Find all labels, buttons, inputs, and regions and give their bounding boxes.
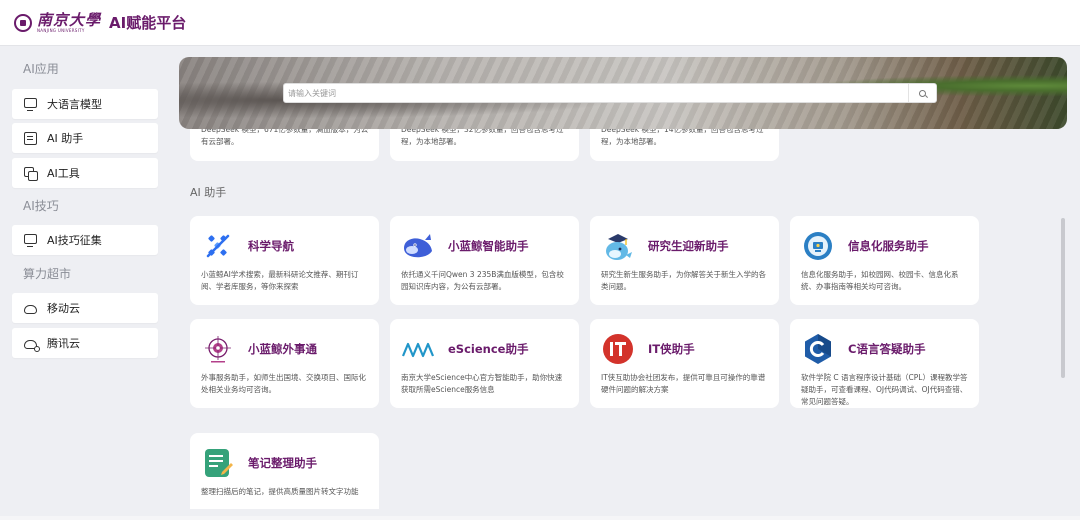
- card-title: 小蓝鲸智能助手: [448, 239, 529, 253]
- foreign-affairs-icon: [205, 336, 231, 363]
- graduate-whale-icon: [606, 234, 632, 260]
- sidebar-item-label: AI工具: [47, 167, 80, 180]
- sidebar-item-ai-tips-collection[interactable]: AI技巧征集: [12, 225, 158, 255]
- assistant-card-it-hero[interactable]: IT侠助手 IT侠互助协会社团发布，提供可靠且可操作的靠谱硬件问题的解决方案: [590, 319, 779, 408]
- university-seal-icon: [14, 13, 32, 32]
- assistant-card-notes[interactable]: 笔记整理助手 整理扫描后的笔记，提供高质量图片转文字功能: [190, 433, 379, 509]
- monitor-icon: [24, 98, 37, 111]
- model-card-partial[interactable]: DeepSeek 模型，32亿参数量，回答包含思考过程，为本地部署。: [390, 129, 579, 161]
- escience-icon: [401, 342, 435, 358]
- card-description: 整理扫描后的笔记，提供高质量图片转文字功能: [201, 487, 359, 496]
- sidebar-item-label: AI 助手: [47, 132, 84, 145]
- it-hero-icon: [603, 334, 633, 364]
- whale-icon: [404, 234, 432, 258]
- card-title: C语言答疑助手: [848, 342, 926, 356]
- search-input[interactable]: [288, 85, 908, 101]
- card-title: eScience助手: [448, 342, 529, 356]
- sidebar-item-label: AI技巧征集: [47, 234, 102, 247]
- science-nav-icon: [206, 234, 230, 258]
- assistant-card-info-service[interactable]: 信息化服务助手 信息化服务助手，如校园网、校园卡、信息化系统、办事指南等相关均可…: [790, 216, 979, 305]
- search-button[interactable]: [908, 84, 936, 102]
- sidebar-item-ai-assistant[interactable]: AI 助手: [12, 123, 158, 153]
- main-content: DeepSeek 模型，671亿参数量，满血版本，为公有云部署。 DeepSee…: [179, 129, 1059, 509]
- card-description: 外事服务助手，如师生出国境、交换项目、国际化处相关业务均可咨询。: [201, 373, 366, 394]
- sidebar-section-ai-apps: AI应用: [23, 62, 59, 76]
- cloud-icon: [24, 304, 37, 314]
- cloud-link-icon: [24, 339, 40, 352]
- notes-icon: [205, 449, 233, 477]
- model-card-partial[interactable]: DeepSeek 模型，14亿参数量，回答包含思考过程，为本地部署。: [590, 129, 779, 161]
- info-service-icon: [804, 232, 832, 260]
- card-description: IT侠互助协会社团发布，提供可靠且可操作的靠谱硬件问题的解决方案: [601, 373, 766, 394]
- sidebar-item-label: 移动云: [47, 302, 80, 315]
- top-bar: 南京大學 NANJING UNIVERSITY AI赋能平台: [0, 0, 1080, 46]
- card-title: IT侠助手: [648, 342, 695, 356]
- card-description: 研究生新生服务助手，为你解答关于新生入学的各类问题。: [601, 270, 766, 291]
- logo-chinese: 南京大學: [37, 10, 102, 29]
- bottom-edge: [0, 516, 1080, 520]
- assistant-card-foreign-affairs[interactable]: 小蓝鲸外事通 外事服务助手，如师生出国境、交换项目、国际化处相关业务均可咨询。: [190, 319, 379, 408]
- card-title: 信息化服务助手: [848, 239, 929, 253]
- assistant-card-whale[interactable]: 小蓝鲸智能助手 依托通义千问Qwen 3 235B满血版模型，包含校园知识库内容…: [390, 216, 579, 305]
- card-description: 信息化服务助手，如校园网、校园卡、信息化系统、办事指南等相关均可咨询。: [801, 270, 959, 291]
- sidebar-section-compute-market: 算力超市: [23, 267, 72, 281]
- card-title: 笔记整理助手: [248, 456, 317, 470]
- search-icon: [919, 89, 926, 97]
- hero-banner: [179, 57, 1067, 129]
- card-title: 科学导航: [248, 239, 294, 253]
- card-description: 小蓝鲸AI学术搜索，最新科研论文推荐、期刊订阅、学者库服务，等你来探索: [201, 270, 359, 291]
- model-card-partial[interactable]: DeepSeek 模型，671亿参数量，满血版本，为公有云部署。: [190, 129, 379, 161]
- card-description: DeepSeek 模型，14亿参数量，回答包含思考过程，为本地部署。: [601, 129, 764, 146]
- sidebar-item-ai-tools[interactable]: AI工具: [12, 158, 158, 188]
- logo-english: NANJING UNIVERSITY: [37, 27, 85, 33]
- assistant-card-science-nav[interactable]: 科学导航 小蓝鲸AI学术搜索，最新科研论文推荐、期刊订阅、学者库服务，等你来探索: [190, 216, 379, 305]
- card-description: 南京大学eScience中心官方智能助手，助你快速获取所需eScience服务信…: [401, 373, 563, 394]
- tools-icon: [24, 166, 38, 181]
- sidebar-section-ai-tips: AI技巧: [23, 199, 59, 213]
- assistant-card-escience[interactable]: eScience助手 南京大学eScience中心官方智能助手，助你快速获取所需…: [390, 319, 579, 408]
- chat-icon: [24, 131, 37, 145]
- sidebar: AI应用 大语言模型 AI 助手 AI工具 AI技巧 AI技巧征集 算力超市 移…: [0, 47, 170, 520]
- card-description: DeepSeek 模型，32亿参数量，回答包含思考过程，为本地部署。: [401, 129, 564, 146]
- university-logo[interactable]: 南京大學 NANJING UNIVERSITY: [37, 10, 102, 33]
- content-scrollbar[interactable]: [1061, 218, 1065, 378]
- monitor-icon: [24, 234, 37, 247]
- card-description: 软件学院 C 语言程序设计基础（CPL）课程教学答疑助手，可查看课程、OJ代码调…: [801, 373, 968, 406]
- assistant-card-c-language[interactable]: C语言答疑助手 软件学院 C 语言程序设计基础（CPL）课程教学答疑助手，可查看…: [790, 319, 979, 408]
- sidebar-item-mobile-cloud[interactable]: 移动云: [12, 293, 158, 323]
- card-description: DeepSeek 模型，671亿参数量，满血版本，为公有云部署。: [201, 129, 369, 146]
- sidebar-item-label: 腾讯云: [47, 337, 80, 350]
- card-title: 研究生迎新助手: [648, 239, 729, 253]
- assistant-card-graduate-welcome[interactable]: 研究生迎新助手 研究生新生服务助手，为你解答关于新生入学的各类问题。: [590, 216, 779, 305]
- sidebar-item-llm[interactable]: 大语言模型: [12, 89, 158, 119]
- sidebar-item-tencent-cloud[interactable]: 腾讯云: [12, 328, 158, 358]
- platform-title: AI赋能平台: [109, 14, 187, 32]
- c-language-icon: [805, 334, 831, 364]
- section-title-ai-assistant: AI 助手: [190, 186, 227, 199]
- sidebar-item-label: 大语言模型: [47, 98, 102, 111]
- search-box: [283, 83, 937, 103]
- card-description: 依托通义千问Qwen 3 235B满血版模型，包含校园知识库内容，为公有云部署。: [401, 270, 564, 291]
- card-title: 小蓝鲸外事通: [248, 342, 317, 356]
